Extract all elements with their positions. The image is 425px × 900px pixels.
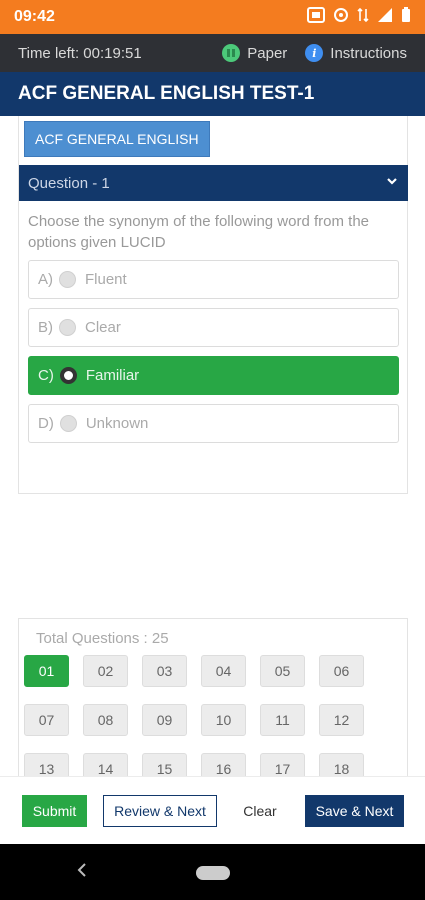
time-left: Time left: 00:19:51 [18,44,142,62]
submit-button[interactable]: Submit [22,794,87,827]
question-number-button[interactable]: 12 [319,704,364,736]
exam-top-bar: Time left: 00:19:51 Paper i Instructions [0,34,425,72]
home-pill-icon[interactable] [196,866,230,880]
option-letter: A) [38,271,53,288]
option-label: Familiar [85,367,140,384]
question-number-button[interactable]: 14 [83,753,128,777]
test-title: ACF GENERAL ENGLISH TEST-1 [0,72,425,116]
option-d[interactable]: D) Unknown [28,404,399,443]
back-icon[interactable] [76,860,88,886]
question-number-button[interactable]: 04 [201,655,246,687]
question-number-button[interactable]: 10 [201,704,246,736]
signal-icon [377,7,393,28]
instructions-button[interactable]: i Instructions [305,44,407,62]
question-number-button[interactable]: 06 [319,655,364,687]
option-a[interactable]: A) Fluent [28,260,399,299]
question-palette: Total Questions : 25 01 02 03 04 05 06 07 08 09 1… [18,618,408,778]
review-next-button[interactable]: Review & Next [103,794,217,827]
status-bar: 09:42 [0,0,425,34]
data-transfer-icon [357,7,369,28]
question-number-button[interactable]: 17 [260,753,305,777]
save-next-button[interactable]: Save & Next [305,794,404,827]
question-number: Question - 1 [28,174,110,192]
question-number-button[interactable]: 02 [83,655,128,687]
hotspot-icon [333,7,349,28]
info-icon: i [305,44,324,62]
paper-icon [222,44,241,62]
question-number-button[interactable]: 03 [142,655,187,687]
question-number-button[interactable]: 13 [24,753,69,777]
clear-button[interactable]: Clear [233,795,287,827]
option-c[interactable]: C) Familiar [28,356,399,395]
chevron-down-icon[interactable] [386,174,398,190]
question-number-button[interactable]: 15 [142,753,187,777]
option-label: Unknown [85,415,149,432]
radio-button[interactable] [59,367,77,384]
battery-icon [401,6,411,28]
system-nav-bar [0,844,425,900]
question-number-button[interactable]: 08 [83,704,128,736]
question-text: Choose the synonym of the following word… [28,213,370,251]
question-number-button[interactable]: 11 [260,704,305,736]
question-number-button[interactable]: 07 [24,704,69,736]
radio-button[interactable] [59,415,77,432]
status-time: 09:42 [14,8,55,25]
question-number-button[interactable]: 01 [24,655,69,687]
option-b[interactable]: B) Clear [28,308,399,347]
action-bar: Submit Review & Next Clear Save & Next [0,776,425,844]
question-number-button[interactable]: 18 [319,753,364,777]
section-button[interactable]: ACF GENERAL ENGLISH [24,121,210,157]
option-letter: B) [38,319,53,336]
question-header[interactable]: Question - 1 [19,165,408,201]
option-letter: D) [38,415,54,432]
question-grid: 01 02 03 04 05 06 07 08 09 10 11 12 13 14 15 16 17 18 [24,655,364,777]
option-letter: C) [38,367,54,384]
instructions-label: Instructions [330,44,407,62]
status-icons [307,6,411,28]
option-label: Clear [85,319,121,336]
question-number-button[interactable]: 16 [201,753,246,777]
paper-label: Paper [247,44,288,62]
total-questions: Total Questions : 25 [36,630,169,647]
radio-button[interactable] [59,319,76,336]
question-number-button[interactable]: 05 [260,655,305,687]
paper-button[interactable]: Paper [222,44,287,62]
question-number-button[interactable]: 09 [142,704,187,736]
option-label: Fluent [85,271,127,288]
notification-icon [307,6,325,28]
question-card: ACF GENERAL ENGLISH Question - 1 Choose … [18,116,408,494]
radio-button[interactable] [59,271,76,288]
